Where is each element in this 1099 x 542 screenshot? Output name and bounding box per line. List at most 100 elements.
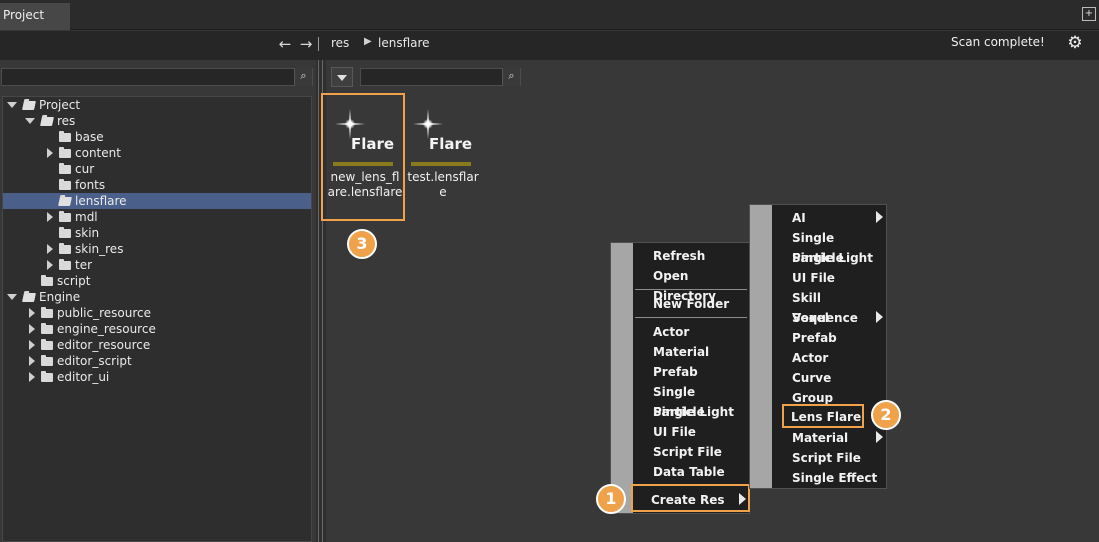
submenu-item-single-effect[interactable]: Single Effect	[772, 468, 877, 488]
tree-search-input[interactable]: ⌕	[1, 68, 313, 86]
menu-item-ui-file[interactable]: UI File	[633, 422, 696, 442]
menu-item-create-res[interactable]: Create Res	[631, 484, 750, 512]
submenu-arrow-icon	[739, 493, 746, 505]
submenu-item-ai[interactable]: AI	[772, 208, 806, 228]
step-badge-3: 3	[347, 229, 377, 259]
menu-item-script-file[interactable]: Script File	[633, 442, 722, 462]
menu-item-actor[interactable]: Actor	[633, 322, 689, 342]
folder-icon	[59, 243, 71, 254]
tree-item-fonts[interactable]: fonts	[3, 177, 311, 193]
expand-arrow-icon[interactable]	[7, 102, 17, 108]
collapse-arrow-icon[interactable]	[29, 356, 35, 366]
tree-item-editor-ui[interactable]: editor_ui	[3, 369, 311, 385]
tree-item-editor-resource[interactable]: editor_resource	[3, 337, 311, 353]
breadcrumb-item-res[interactable]: res	[331, 36, 349, 50]
tab-bar: Project +	[0, 0, 1099, 30]
folder-icon	[59, 163, 71, 174]
tree-item-editor-script[interactable]: editor_script	[3, 353, 311, 369]
tree-item-base[interactable]: base	[3, 129, 311, 145]
tree-item-skin-res[interactable]: skin_res	[3, 241, 311, 257]
folder-icon	[41, 371, 53, 382]
tree-item-project[interactable]: Project	[3, 97, 311, 113]
expand-arrow-icon[interactable]	[7, 294, 17, 300]
folder-icon	[59, 227, 71, 238]
menu-item-data-table[interactable]: Data Table	[633, 462, 725, 482]
folder-open-icon	[22, 293, 36, 302]
arrow-right-icon[interactable]: →	[297, 35, 315, 53]
panel-options-icon[interactable]: +	[1082, 7, 1096, 21]
arrow-left-icon[interactable]: ←	[276, 35, 294, 53]
folder-open-icon	[22, 101, 36, 110]
collapse-arrow-icon[interactable]	[29, 308, 35, 318]
step-badge-2: 2	[871, 400, 901, 430]
view-dropdown[interactable]	[331, 67, 353, 87]
menu-item-prefab[interactable]: Prefab	[633, 362, 698, 382]
breadcrumb-separator	[318, 37, 319, 51]
submenu-item-material[interactable]: Material	[772, 428, 848, 448]
collapse-arrow-icon[interactable]	[47, 212, 53, 222]
submenu-item-single-particle[interactable]: Single Particle	[772, 228, 886, 265]
folder-icon	[41, 275, 53, 286]
folder-open-icon	[58, 197, 72, 206]
submenu-arrow-icon	[876, 311, 883, 323]
gear-icon[interactable]: ⚙	[1066, 34, 1084, 52]
submenu-item-prefab[interactable]: Prefab	[772, 328, 837, 348]
submenu-arrow-icon	[876, 431, 883, 443]
collapse-arrow-icon[interactable]	[47, 260, 53, 270]
collapse-arrow-icon[interactable]	[29, 340, 35, 350]
menu-separator	[635, 317, 747, 318]
collapse-arrow-icon[interactable]	[47, 244, 53, 254]
submenu-item-ui-file[interactable]: UI File	[772, 268, 835, 288]
splitter-line	[318, 60, 319, 542]
folder-open-icon	[40, 117, 54, 126]
asset-type-bar	[411, 162, 471, 166]
asset-new-lens-flare[interactable]: Flare new_lens_flare.lensflare	[321, 93, 405, 221]
collapse-arrow-icon[interactable]	[29, 324, 35, 334]
tree-item-res[interactable]: res	[3, 113, 311, 129]
tree-item-engine-resource[interactable]: engine_resource	[3, 321, 311, 337]
collapse-arrow-icon[interactable]	[47, 148, 53, 158]
submenu-item-voxel[interactable]: Voxel	[772, 308, 829, 328]
asset-search-input[interactable]: ⌕	[360, 68, 521, 86]
menu-item-new-folder[interactable]: New Folder	[633, 294, 729, 314]
folder-icon	[59, 131, 71, 142]
submenu-item-skill-sequence[interactable]: Skill Sequence	[772, 288, 886, 325]
folder-icon	[41, 307, 53, 318]
tab-project[interactable]: Project	[0, 3, 70, 30]
tree-item-lensflare[interactable]: lensflare	[3, 193, 311, 209]
submenu-item-lens-flare[interactable]: Lens Flare	[782, 404, 864, 428]
step-badge-1: 1	[596, 484, 626, 514]
submenu-arrow-icon	[876, 211, 883, 223]
folder-icon	[59, 147, 71, 158]
submenu-item-actor[interactable]: Actor	[772, 348, 828, 368]
submenu-item-curve[interactable]: Curve	[772, 368, 831, 388]
toolbar: ← → res ▶ lensflare Scan complete! ⚙	[0, 31, 1099, 60]
expand-arrow-icon[interactable]	[25, 118, 35, 124]
tree-item-skin[interactable]: skin	[3, 225, 311, 241]
submenu-item-script-file[interactable]: Script File	[772, 448, 861, 468]
breadcrumb-item-lensflare[interactable]: lensflare	[378, 36, 430, 50]
menu-item-single-light[interactable]: Single Light	[633, 402, 734, 422]
tree-item-engine[interactable]: Engine	[3, 289, 311, 305]
folder-icon	[59, 259, 71, 270]
menu-item-single-particle[interactable]: Single Particle	[633, 382, 749, 419]
search-icon[interactable]: ⌕	[294, 68, 312, 86]
flare-icon: Flare	[411, 105, 473, 161]
menu-item-material[interactable]: Material	[633, 342, 709, 362]
submenu-item-single-light[interactable]: Single Light	[772, 248, 873, 268]
tree-item-cur[interactable]: cur	[3, 161, 311, 177]
tree-item-ter[interactable]: ter	[3, 257, 311, 273]
menu-item-refresh[interactable]: Refresh	[633, 246, 705, 266]
collapse-arrow-icon[interactable]	[29, 372, 35, 382]
create-res-submenu: AI Single Particle Single Light UI File …	[749, 204, 887, 489]
asset-test-lensflare[interactable]: Flare test.lensflare	[401, 95, 485, 219]
search-icon[interactable]: ⌕	[502, 68, 520, 86]
tree-item-public-resource[interactable]: public_resource	[3, 305, 311, 321]
tree-item-content[interactable]: content	[3, 145, 311, 161]
folder-icon	[59, 179, 71, 190]
asset-name: new_lens_flare.lensflare	[327, 170, 403, 199]
tree-item-script[interactable]: script	[3, 273, 311, 289]
menu-separator	[635, 289, 747, 290]
menu-item-open-directory[interactable]: Open Directory	[633, 266, 749, 303]
tree-item-mdl[interactable]: mdl	[3, 209, 311, 225]
